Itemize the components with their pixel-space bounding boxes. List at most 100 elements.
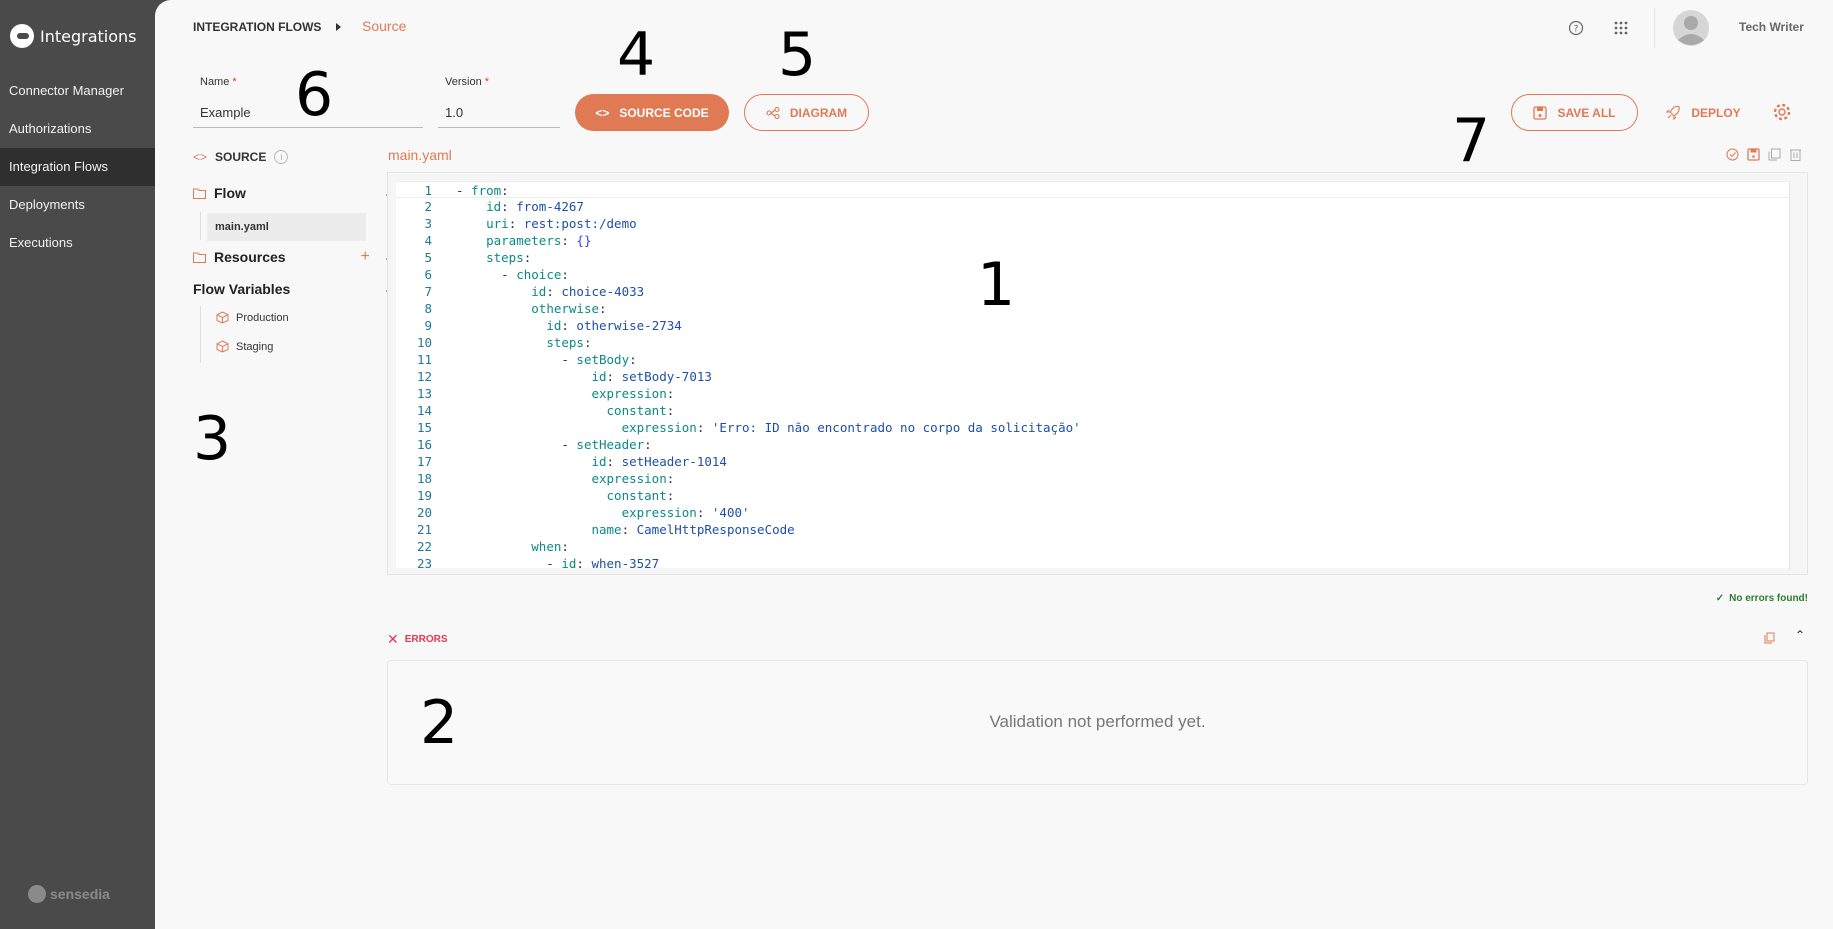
code-text: expression: xyxy=(591,386,675,401)
version-label-text: Version xyxy=(445,76,482,88)
code-line[interactable]: 4 parameters: {} xyxy=(396,232,1789,249)
line-number: 3 xyxy=(424,216,432,231)
app-logo[interactable]: Integrations xyxy=(10,24,137,48)
apps-grid-icon[interactable] xyxy=(1613,20,1629,36)
code-text: id: choice-4033 xyxy=(531,284,645,299)
code-line[interactable]: 19 constant: xyxy=(396,487,1789,504)
flow-label: Flow xyxy=(214,185,246,201)
code-line[interactable]: 16 - setHeader: xyxy=(396,436,1789,453)
code-line[interactable]: 18 expression: xyxy=(396,470,1789,487)
sidebar-item-integration-flows[interactable]: Integration Flows xyxy=(0,148,155,186)
breadcrumb-current: Source xyxy=(362,18,407,34)
code-line[interactable]: 12 id: setBody-7013 xyxy=(396,368,1789,385)
variable-label: Production xyxy=(236,311,289,324)
code-text: name: CamelHttpResponseCode xyxy=(591,522,795,537)
code-text: parameters: {} xyxy=(486,233,592,248)
annotation-1: 1 xyxy=(977,250,1016,320)
code-line[interactable]: 10 steps: xyxy=(396,334,1789,351)
copy-icon[interactable] xyxy=(1768,148,1781,161)
line-number: 18 xyxy=(416,471,432,486)
deploy-button[interactable]: DEPLOY xyxy=(1658,94,1748,131)
tree-resources-folder[interactable]: Resources + ⌄ xyxy=(193,248,393,266)
integrations-logo-icon xyxy=(10,24,34,48)
code-line[interactable]: 9 id: otherwise-2734 xyxy=(396,317,1789,334)
check-icon: ✓ xyxy=(1715,593,1725,604)
tree-flow-folder[interactable]: Flow ⌄ xyxy=(193,185,393,201)
tree-file-main-yaml[interactable]: main.yaml xyxy=(207,213,366,241)
add-resource-plus-icon[interactable]: + xyxy=(360,248,369,266)
code-line[interactable]: 1 - from: xyxy=(396,181,1789,198)
line-number: 9 xyxy=(424,318,432,333)
line-number: 4 xyxy=(424,233,432,248)
settings-gear-icon[interactable] xyxy=(1772,102,1792,122)
code-line[interactable]: 23 - id: when-3527 xyxy=(396,555,1789,568)
collapse-chevron-up-icon[interactable]: ⌃ xyxy=(1795,628,1805,642)
variable-production[interactable]: Production xyxy=(216,311,289,324)
save-all-button[interactable]: SAVE ALL xyxy=(1511,94,1638,131)
version-input[interactable]: 1.0 xyxy=(438,98,560,128)
save-file-icon[interactable] xyxy=(1747,148,1760,161)
editor-actions xyxy=(1726,148,1802,161)
tree-guide xyxy=(200,306,201,363)
sidebar-item-authorizations[interactable]: Authorizations xyxy=(0,110,155,148)
code-editor-content[interactable]: 1- from: 2 id: from-4267 3 uri: rest:post:… xyxy=(396,181,1789,568)
sensedia-logo-icon xyxy=(28,885,46,903)
code-line[interactable]: 8 otherwise: xyxy=(396,300,1789,317)
editor-scrollbar[interactable] xyxy=(1789,181,1801,570)
line-number: 11 xyxy=(416,352,432,367)
line-number: 6 xyxy=(424,267,432,282)
code-text: otherwise: xyxy=(531,301,607,316)
line-number: 19 xyxy=(416,488,432,503)
code-line[interactable]: 6 - choice: xyxy=(396,266,1789,283)
code-line[interactable]: 21 name: CamelHttpResponseCode xyxy=(396,521,1789,538)
code-line[interactable]: 13 expression: xyxy=(396,385,1789,402)
diagram-button[interactable]: DIAGRAM xyxy=(744,94,869,131)
sidebar-item-deployments[interactable]: Deployments xyxy=(0,186,155,224)
code-line[interactable]: 11 - setBody: xyxy=(396,351,1789,368)
line-number: 5 xyxy=(424,250,432,265)
code-text: id: setHeader-1014 xyxy=(591,454,727,469)
code-line[interactable]: 7 id: choice-4033 xyxy=(396,283,1789,300)
line-number: 12 xyxy=(416,369,432,384)
tree-flow-variables[interactable]: Flow Variables ⌄ xyxy=(193,281,393,297)
brand-footer-text: sensedia xyxy=(50,886,110,902)
code-line[interactable]: 17 id: setHeader-1014 xyxy=(396,453,1789,470)
breadcrumb-parent[interactable]: INTEGRATION FLOWS xyxy=(193,20,321,34)
avatar[interactable] xyxy=(1673,10,1709,46)
line-number: 1 xyxy=(424,183,432,198)
code-text: expression: '400' xyxy=(621,505,750,520)
code-line[interactable]: 20 expression: '400' xyxy=(396,504,1789,521)
variable-staging[interactable]: Staging xyxy=(216,340,273,353)
info-icon[interactable]: i xyxy=(274,150,289,164)
sidebar-item-connector-manager[interactable]: Connector Manager xyxy=(0,72,155,110)
annotation-6: 6 xyxy=(295,60,334,130)
code-line[interactable]: 3 uri: rest:post:/demo xyxy=(396,215,1789,232)
delete-trash-icon[interactable] xyxy=(1789,148,1802,161)
line-number: 8 xyxy=(424,301,432,316)
annotation-4: 4 xyxy=(617,20,656,90)
sidebar: Integrations Connector Manager Authoriza… xyxy=(0,0,158,929)
code-editor[interactable]: 1- from: 2 id: from-4267 3 uri: rest:post:… xyxy=(387,172,1808,575)
code-text: constant: xyxy=(606,403,675,418)
code-line[interactable]: 22 when: xyxy=(396,538,1789,555)
annotation-5: 5 xyxy=(778,20,817,90)
annotation-3: 3 xyxy=(193,404,232,474)
errors-label: ERRORS xyxy=(404,634,448,645)
source-code-button[interactable]: <> SOURCE CODE xyxy=(575,94,729,131)
copy-errors-icon[interactable] xyxy=(1764,632,1775,644)
line-number: 10 xyxy=(416,335,432,350)
validation-empty-message: Validation not performed yet. xyxy=(989,712,1206,731)
code-line[interactable]: 5 steps: xyxy=(396,249,1789,266)
diagram-label: DIAGRAM xyxy=(789,105,848,120)
user-name[interactable]: Tech Writer xyxy=(1739,20,1804,34)
sidebar-item-executions[interactable]: Executions xyxy=(0,224,155,262)
code-line[interactable]: 2 id: from-4267 xyxy=(396,198,1789,215)
code-text: id: from-4267 xyxy=(486,199,584,214)
header-divider xyxy=(1654,8,1655,48)
help-circle-icon[interactable]: ? xyxy=(1568,20,1584,36)
breadcrumb-separator-icon xyxy=(336,23,341,31)
validate-check-icon[interactable] xyxy=(1726,148,1739,161)
code-line[interactable]: 15 expression: 'Erro: ID não encontrado … xyxy=(396,419,1789,436)
code-line[interactable]: 14 constant: xyxy=(396,402,1789,419)
line-number: 23 xyxy=(416,556,432,568)
